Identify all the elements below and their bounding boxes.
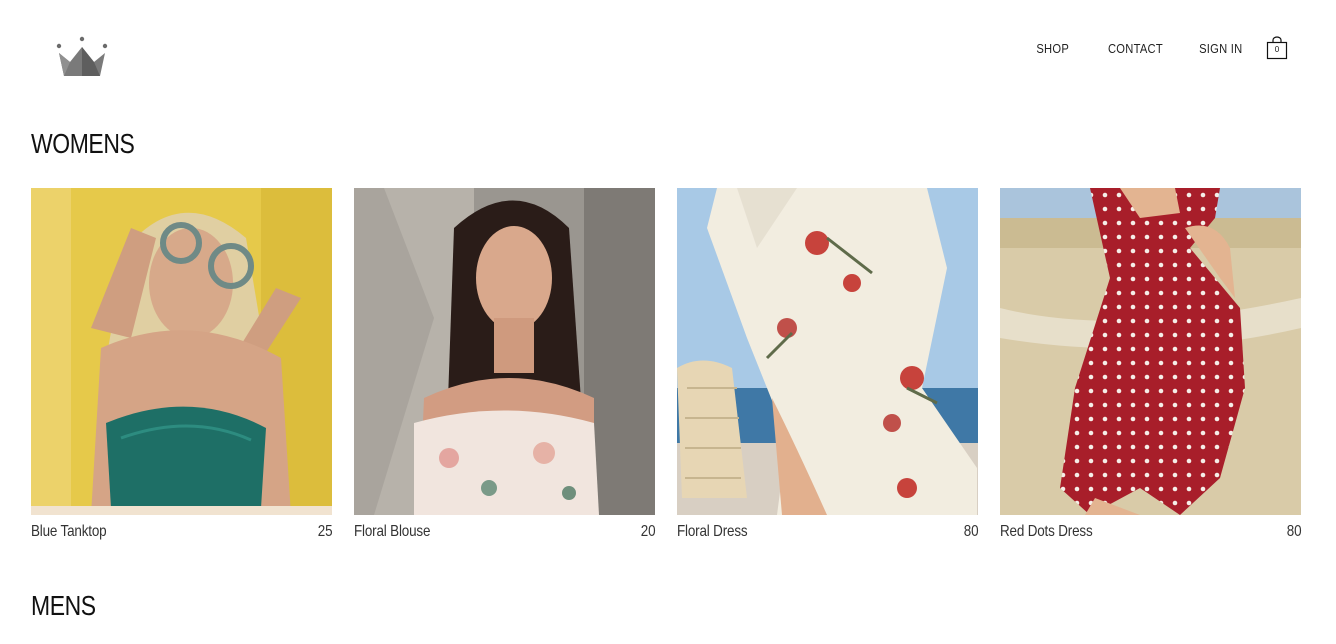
product-meta: Red Dots Dress 80 bbox=[1000, 523, 1301, 541]
nav-contact-link[interactable]: CONTACT bbox=[1107, 41, 1162, 56]
product-name[interactable]: Floral Blouse bbox=[354, 523, 430, 541]
mens-section-title: MENS bbox=[31, 590, 96, 621]
product-price: 80 bbox=[963, 523, 978, 540]
product-card[interactable]: Floral Dress 80 bbox=[677, 188, 978, 541]
product-meta: Blue Tanktop 25 bbox=[31, 523, 332, 541]
crown-icon bbox=[56, 36, 108, 76]
main-nav: SHOP CONTACT SIGN IN 0 bbox=[1002, 36, 1288, 60]
cart-button[interactable]: 0 bbox=[1266, 36, 1288, 60]
product-image[interactable] bbox=[1000, 188, 1301, 515]
womens-section-title: WOMENS bbox=[31, 128, 135, 159]
product-meta: Floral Dress 80 bbox=[677, 523, 978, 541]
nav-sign-in-link[interactable]: SIGN IN bbox=[1199, 41, 1242, 56]
header: SHOP CONTACT SIGN IN 0 bbox=[0, 0, 1336, 100]
product-price: 80 bbox=[1286, 523, 1301, 540]
womens-product-grid: Blue Tanktop 25 Floral Blouse 20 Floral … bbox=[31, 188, 1301, 541]
product-meta: Floral Blouse 20 bbox=[354, 523, 655, 541]
cart-count: 0 bbox=[1274, 45, 1280, 54]
product-name[interactable]: Blue Tanktop bbox=[31, 523, 107, 541]
product-image[interactable] bbox=[31, 188, 332, 515]
product-card[interactable]: Red Dots Dress 80 bbox=[1000, 188, 1301, 541]
product-card[interactable]: Blue Tanktop 25 bbox=[31, 188, 332, 541]
product-name[interactable]: Floral Dress bbox=[677, 523, 748, 541]
nav-shop-link[interactable]: SHOP bbox=[1037, 41, 1070, 56]
product-price: 20 bbox=[640, 523, 655, 540]
product-name[interactable]: Red Dots Dress bbox=[1000, 523, 1093, 541]
product-image[interactable] bbox=[354, 188, 655, 515]
product-card[interactable]: Floral Blouse 20 bbox=[354, 188, 655, 541]
product-price: 25 bbox=[317, 523, 332, 540]
product-image[interactable] bbox=[677, 188, 978, 515]
